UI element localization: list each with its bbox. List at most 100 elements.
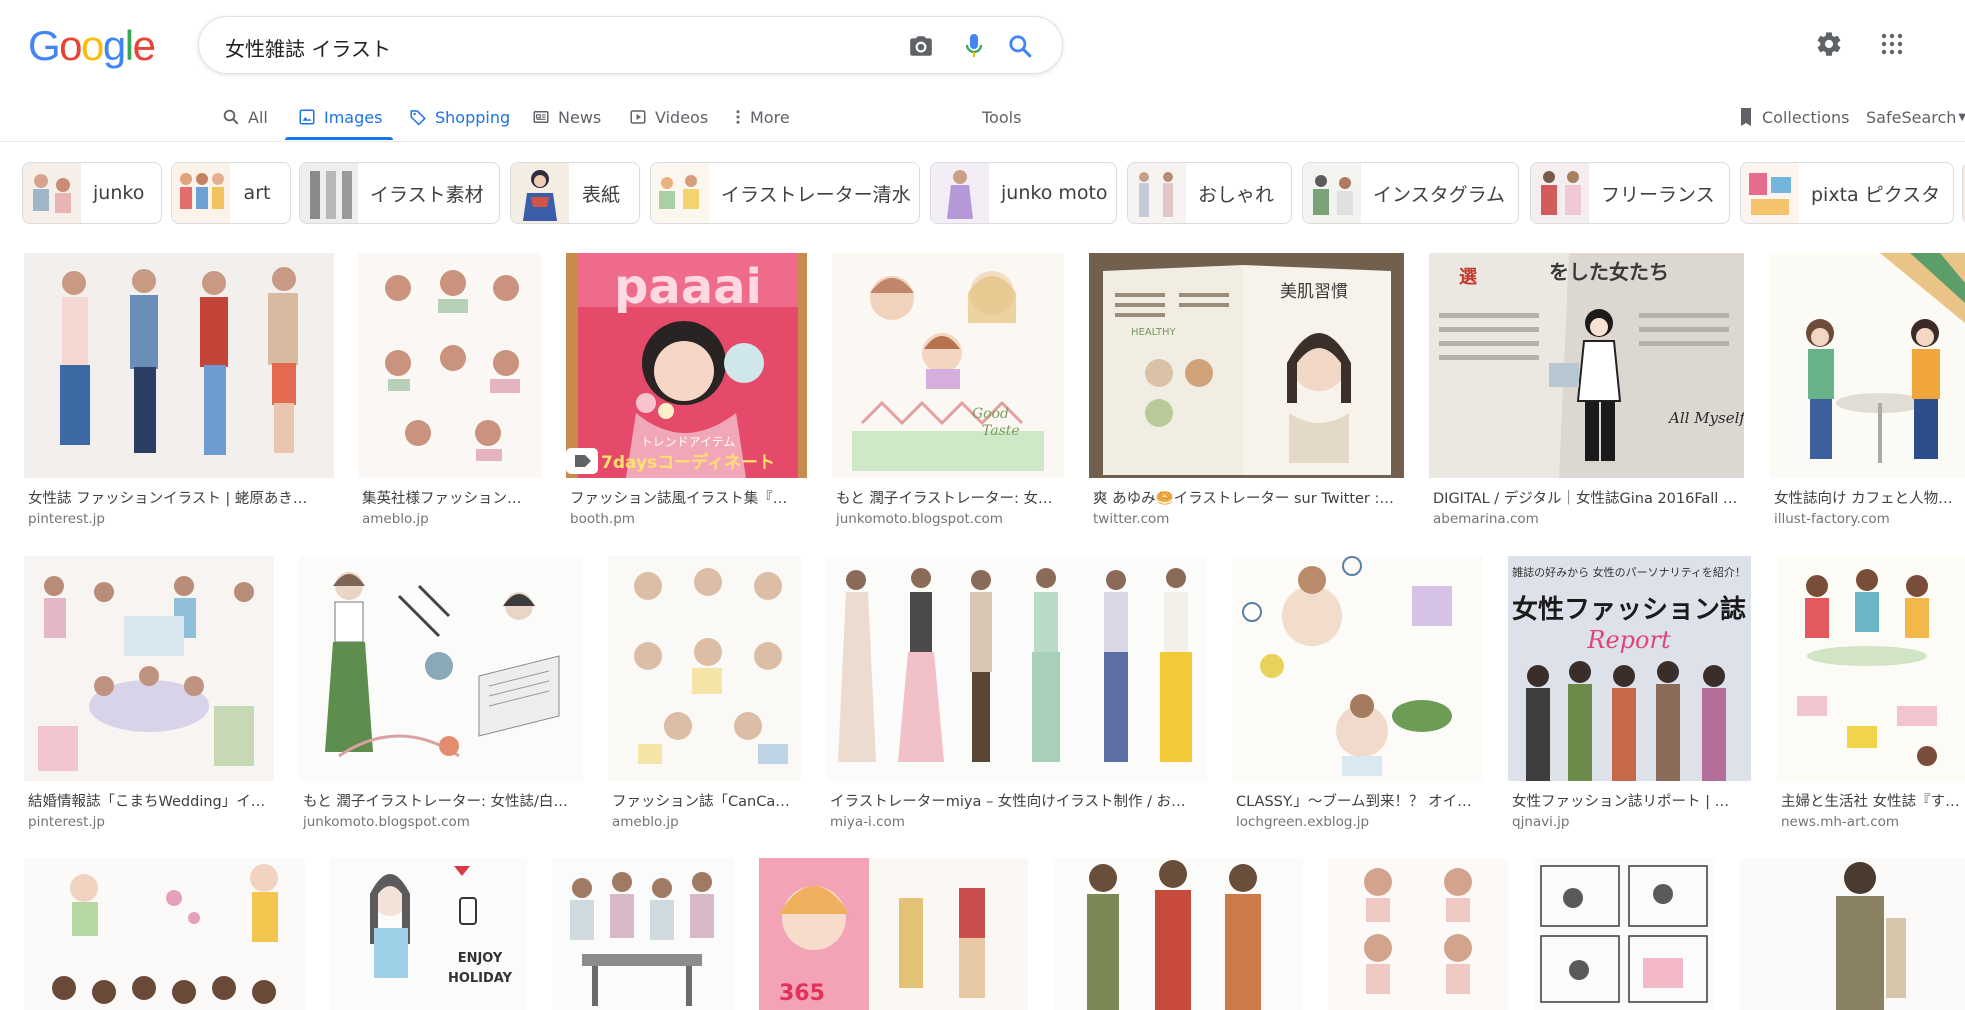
chip-illust-material[interactable]: イラスト素材 [299, 162, 500, 224]
result-image[interactable] [1533, 858, 1715, 1010]
result-title[interactable]: CLASSY.」～ブーム到来！？ オイ… [1236, 790, 1482, 811]
result-card[interactable]: HEALTHY 美肌習慣 爽 あゆみ🥯イラストレーター sur Twitter … [1089, 253, 1404, 533]
chip-instagram[interactable]: インスタグラム [1302, 162, 1519, 224]
result-image[interactable] [1740, 858, 1965, 1010]
result-title[interactable]: DIGITAL / デジタル｜女性誌Gina 2016Fall … [1433, 487, 1740, 508]
result-card[interactable] [1328, 858, 1508, 1010]
result-site[interactable]: pinterest.jp [28, 511, 328, 527]
result-card[interactable]: 女性誌向け カフェと人物の… illust-factory.com [1770, 253, 1965, 533]
result-card[interactable]: paaai トレンドアイテム 7daysコーディネート ファッション誌風イラスト… [566, 253, 807, 533]
result-title[interactable]: 集英社様ファッション… [362, 487, 538, 508]
search-icon[interactable] [1004, 30, 1036, 62]
result-card[interactable]: 主婦と生活社 女性誌『す… news.mh-art.com [1777, 556, 1965, 836]
mic-icon[interactable] [958, 30, 990, 62]
result-site[interactable]: booth.pm [570, 511, 803, 527]
result-image[interactable] [552, 858, 734, 1010]
chip-cover[interactable]: 表紙 [510, 162, 640, 224]
result-card[interactable] [1740, 858, 1965, 1010]
result-card[interactable] [1053, 858, 1303, 1010]
result-site[interactable]: illust-factory.com [1774, 511, 1964, 527]
result-card[interactable] [1533, 858, 1715, 1010]
result-image[interactable] [608, 556, 801, 781]
chip-freelance[interactable]: フリーランス [1530, 162, 1730, 224]
result-image[interactable] [1770, 253, 1965, 478]
result-title[interactable]: 爽 あゆみ🥯イラストレーター sur Twitter :… [1093, 487, 1400, 508]
result-image[interactable] [24, 858, 305, 1010]
result-card[interactable]: ENJOY HOLIDAY [330, 858, 527, 1010]
result-image[interactable] [1777, 556, 1965, 781]
result-site[interactable]: news.mh-art.com [1781, 814, 1965, 830]
search-box[interactable]: 女性雑誌 イラスト [198, 16, 1063, 74]
result-site[interactable]: twitter.com [1093, 511, 1400, 527]
result-image[interactable] [24, 253, 334, 478]
result-image[interactable] [826, 556, 1207, 781]
result-title[interactable]: 女性ファッション誌リポート | … [1512, 790, 1750, 811]
result-title[interactable]: ファッション誌「CanCa… [612, 790, 800, 811]
result-image[interactable]: ENJOY HOLIDAY [330, 858, 527, 1010]
safesearch-button[interactable]: SafeSearch ▼ [1866, 102, 1965, 132]
result-title[interactable]: 主婦と生活社 女性誌『す… [1781, 790, 1965, 811]
result-title[interactable]: もと 潤子イラストレーター: 女性誌/白… [303, 790, 581, 811]
chip-illustrator-shimizu[interactable]: イラストレーター清水 [650, 162, 920, 224]
apps-grid-icon[interactable] [1872, 24, 1912, 64]
tools-button[interactable]: Tools [982, 102, 1021, 132]
chip-art[interactable]: art [171, 162, 291, 224]
result-site[interactable]: pinterest.jp [28, 814, 272, 830]
result-card[interactable]: もと 潤子イラストレーター: 女性誌/白… junkomoto.blogspot… [299, 556, 583, 836]
tab-more[interactable]: More [734, 102, 790, 132]
result-image[interactable] [24, 556, 274, 781]
result-card[interactable]: 365 [759, 858, 1028, 1010]
result-image[interactable] [1328, 858, 1508, 1010]
result-site[interactable]: ameblo.jp [362, 511, 538, 527]
result-title[interactable]: 女性誌向け カフェと人物の… [1774, 487, 1964, 508]
result-title[interactable]: 結婚情報誌「こまちWedding」イ… [28, 790, 272, 811]
result-card[interactable]: 雑誌の好みから 女性のパーソナリティを紹介！ 女性ファッション誌 Report … [1508, 556, 1751, 836]
result-title[interactable]: ファッション誌風イラスト集『… [570, 487, 803, 508]
result-image[interactable]: 365 [759, 858, 1028, 1010]
camera-icon[interactable] [905, 30, 937, 62]
result-card[interactable]: ファッション誌「CanCa… ameblo.jp [608, 556, 801, 836]
result-image[interactable] [1232, 556, 1483, 781]
result-card[interactable] [552, 858, 734, 1010]
result-card[interactable]: 結婚情報誌「こまちWedding」イ… pinterest.jp [24, 556, 274, 836]
result-image[interactable]: Good Taste [832, 253, 1064, 478]
tab-all[interactable]: All [222, 102, 268, 132]
tab-news[interactable]: News [532, 102, 601, 132]
result-site[interactable]: junkomoto.blogspot.com [303, 814, 581, 830]
result-title[interactable]: 女性誌 ファッションイラスト | 蛯原あき… [28, 487, 328, 508]
result-card[interactable]: 選 をした女たち All Myself!! DIGITAL / デジタル｜女性誌… [1429, 253, 1744, 533]
result-image[interactable]: 選 をした女たち All Myself!! [1429, 253, 1744, 478]
collections-button[interactable]: Collections [1738, 102, 1849, 132]
chip-junko-moto[interactable]: junko moto [930, 162, 1117, 224]
result-card[interactable]: イラストレーターmiya – 女性向けイラスト制作 / お… miya-i.co… [826, 556, 1207, 836]
report-title-text: 女性ファッション誌 [1512, 594, 1746, 625]
google-logo[interactable]: Google [28, 22, 156, 70]
result-site[interactable]: ameblo.jp [612, 814, 800, 830]
chip-oshare[interactable]: おしゃれ [1127, 162, 1292, 224]
tab-videos[interactable]: Videos [629, 102, 708, 132]
tab-shopping[interactable]: Shopping [409, 102, 510, 132]
result-card[interactable]: 女性誌 ファッションイラスト | 蛯原あき… pinterest.jp [24, 253, 334, 533]
search-input[interactable]: 女性雑誌 イラスト [225, 33, 391, 62]
result-image[interactable]: 雑誌の好みから 女性のパーソナリティを紹介！ 女性ファッション誌 Report [1508, 556, 1751, 781]
result-image[interactable]: HEALTHY 美肌習慣 [1089, 253, 1404, 478]
result-image[interactable]: paaai トレンドアイテム 7daysコーディネート [566, 253, 807, 478]
result-card[interactable]: Good Taste もと 潤子イラストレーター: 女… junkomoto.b… [832, 253, 1064, 533]
result-site[interactable]: junkomoto.blogspot.com [836, 511, 1060, 527]
result-image[interactable] [1053, 858, 1303, 1010]
result-site[interactable]: abemarina.com [1433, 511, 1740, 527]
chip-junko[interactable]: junko [22, 162, 162, 224]
result-card[interactable]: 集英社様ファッション… ameblo.jp [358, 253, 542, 533]
result-title[interactable]: イラストレーターmiya – 女性向けイラスト制作 / お… [830, 790, 1206, 811]
result-card[interactable]: CLASSY.」～ブーム到来！？ オイ… lochgreen.exblog.jp [1232, 556, 1483, 836]
result-image[interactable] [299, 556, 583, 781]
tab-images[interactable]: Images [298, 102, 382, 132]
chip-pixta[interactable]: pixta ピクスタ [1740, 162, 1954, 224]
result-title[interactable]: もと 潤子イラストレーター: 女… [836, 487, 1060, 508]
result-card[interactable] [24, 858, 305, 1010]
result-site[interactable]: miya-i.com [830, 814, 1206, 830]
result-site[interactable]: qjnavi.jp [1512, 814, 1750, 830]
result-image[interactable] [358, 253, 542, 478]
result-site[interactable]: lochgreen.exblog.jp [1236, 814, 1482, 830]
gear-icon[interactable] [1809, 24, 1849, 64]
